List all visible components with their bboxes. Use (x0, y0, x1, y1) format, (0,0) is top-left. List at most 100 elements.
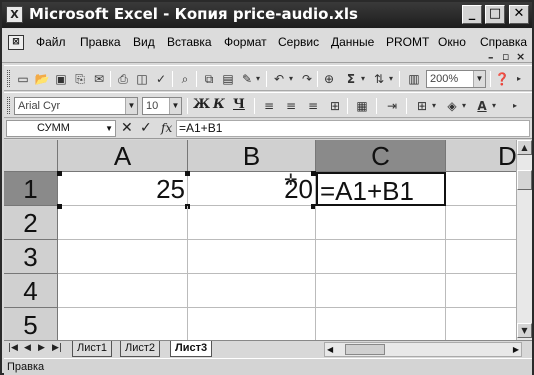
chevron-down-icon[interactable]: ▼ (125, 98, 137, 114)
range-handle[interactable] (57, 171, 62, 176)
cell-c4[interactable] (316, 274, 446, 308)
scroll-right-icon[interactable]: ▶ (513, 343, 519, 356)
chevron-down-icon[interactable]: ▼ (169, 98, 181, 114)
select-all-button[interactable] (4, 140, 58, 172)
cell-c1[interactable]: =A1+B1 (316, 172, 446, 206)
column-header-a[interactable]: A (58, 140, 188, 172)
cell-a4[interactable] (58, 274, 188, 308)
font-size-select[interactable]: 10 ▼ (142, 97, 182, 115)
minimize-button[interactable]: _ (462, 5, 482, 24)
zoom-select[interactable]: 200% ▼ (426, 70, 486, 88)
undo-dropdown-icon[interactable]: ▾ (287, 71, 295, 87)
column-header-c[interactable]: C (316, 140, 446, 172)
cell-d3[interactable] (446, 240, 516, 274)
cell-d4[interactable] (446, 274, 516, 308)
chart-wizard-icon[interactable]: ▥ (406, 71, 422, 87)
range-handle[interactable] (311, 171, 316, 176)
italic-button[interactable]: К (213, 97, 225, 112)
borders-dropdown-icon[interactable]: ▾ (430, 98, 438, 114)
autosum-dropdown-icon[interactable]: ▾ (359, 71, 367, 87)
doc-close-icon[interactable]: × (516, 50, 525, 63)
align-left-icon[interactable]: ≡ (261, 98, 277, 114)
row-header-5[interactable]: 5 (4, 308, 58, 340)
toolbar-options-icon[interactable]: ▸ (510, 98, 520, 114)
cell-d5[interactable] (446, 308, 516, 340)
merge-center-icon[interactable]: ⊞ (327, 98, 343, 114)
column-header-d[interactable]: D (446, 140, 516, 172)
menu-file[interactable]: Файл (36, 35, 66, 49)
cell-c3[interactable] (316, 240, 446, 274)
cell-a5[interactable] (58, 308, 188, 340)
currency-icon[interactable]: ▦ (354, 98, 370, 114)
workbook-icon[interactable]: ⊠ (8, 35, 24, 50)
sort-dropdown-icon[interactable]: ▾ (387, 71, 395, 87)
print-preview-icon[interactable]: ◫ (134, 71, 150, 87)
next-sheet-icon[interactable]: ▶ (38, 343, 45, 353)
borders-icon[interactable]: ⊞ (414, 98, 430, 114)
menu-insert[interactable]: Вставка (167, 35, 212, 49)
excel-app-icon[interactable]: X (6, 6, 23, 23)
scroll-thumb[interactable] (345, 344, 385, 355)
doc-minimize-icon[interactable]: – (488, 51, 494, 64)
menu-help[interactable]: Справка (480, 35, 527, 49)
cell-d2[interactable] (446, 206, 516, 240)
font-color-dropdown-icon[interactable]: ▾ (490, 98, 498, 114)
last-sheet-icon[interactable]: ▶| (52, 343, 62, 353)
formula-input[interactable]: =A1+B1 (176, 120, 530, 137)
close-button[interactable]: ✕ (509, 5, 529, 24)
align-right-icon[interactable]: ≡ (305, 98, 321, 114)
cell-a2[interactable] (58, 206, 188, 240)
cell-b3[interactable] (188, 240, 316, 274)
spelling-icon[interactable]: ✓ (153, 71, 169, 87)
name-box[interactable]: СУММ ▼ (6, 120, 116, 137)
scroll-left-icon[interactable]: ◀ (327, 343, 333, 356)
menu-promt[interactable]: PROMT (386, 35, 429, 49)
hyperlink-icon[interactable]: ⊕ (321, 71, 337, 87)
redo-icon[interactable]: ↷ (299, 71, 315, 87)
new-icon[interactable]: ▭ (15, 71, 31, 87)
email-icon[interactable]: ✉ (91, 71, 107, 87)
toolbar-grip[interactable] (7, 97, 10, 114)
help-icon[interactable]: ❓ (494, 71, 510, 87)
font-color-icon[interactable]: A (474, 98, 490, 114)
menu-edit[interactable]: Правка (80, 35, 121, 49)
cell-b5[interactable] (188, 308, 316, 340)
doc-restore-icon[interactable]: ▫ (502, 50, 509, 63)
row-header-1[interactable]: 1 (4, 172, 58, 206)
print-icon[interactable]: ⎙ (115, 71, 131, 87)
permission-icon[interactable]: ⎘ (72, 71, 88, 87)
maximize-button[interactable]: □ (485, 5, 505, 24)
align-center-icon[interactable]: ≡ (283, 98, 299, 114)
font-select[interactable]: Arial Cyr ▼ (14, 97, 138, 115)
fill-dropdown-icon[interactable]: ▾ (460, 98, 468, 114)
cancel-icon[interactable]: ✕ (121, 120, 133, 136)
cell-c2[interactable] (316, 206, 446, 240)
research-icon[interactable]: ⌕ (177, 71, 193, 87)
toolbar-grip[interactable] (7, 70, 10, 87)
first-sheet-icon[interactable]: |◀ (8, 343, 18, 353)
menu-window[interactable]: Окно (438, 35, 466, 49)
bold-button[interactable]: Ж (193, 97, 210, 112)
cell-b2[interactable] (188, 206, 316, 240)
chevron-down-icon[interactable]: ▼ (105, 121, 113, 136)
column-header-b[interactable]: B (188, 140, 316, 172)
menu-format[interactable]: Формат (224, 35, 267, 49)
scroll-up-icon[interactable]: ▲ (517, 140, 532, 155)
paste-dropdown-icon[interactable]: ▾ (254, 71, 262, 87)
horizontal-scrollbar[interactable]: ◀ ▶ (324, 342, 522, 357)
fill-color-icon[interactable]: ◈ (444, 98, 460, 114)
cell-a1[interactable]: 25 (58, 172, 188, 206)
vertical-scrollbar[interactable]: ▲ ▼ (516, 140, 532, 340)
insert-function-icon[interactable]: fx (161, 121, 172, 135)
toolbar-options-icon[interactable]: ▸ (514, 71, 524, 87)
row-header-3[interactable]: 3 (4, 240, 58, 274)
enter-icon[interactable]: ✓ (140, 120, 152, 136)
menu-view[interactable]: Вид (133, 35, 155, 49)
sheet-tab-2[interactable]: Лист2 (120, 341, 161, 357)
range-handle[interactable] (185, 171, 190, 176)
cell-a3[interactable] (58, 240, 188, 274)
cell-d1[interactable] (446, 172, 516, 206)
scroll-thumb[interactable] (517, 170, 532, 190)
underline-button[interactable]: Ч (233, 97, 245, 112)
row-header-2[interactable]: 2 (4, 206, 58, 240)
